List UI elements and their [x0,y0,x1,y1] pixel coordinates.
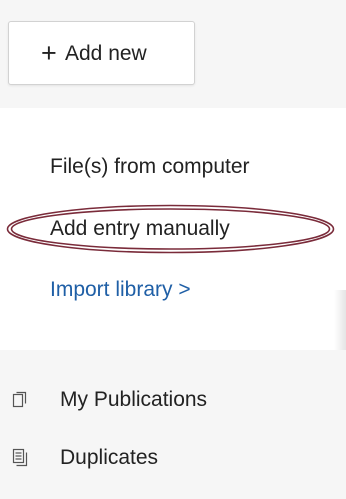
sidebar-item-my-publications[interactable]: My Publications [0,378,346,422]
sidebar-item-label: Duplicates [60,446,159,469]
sidebar-item-label: My Publications [60,388,208,411]
sidebar-item-duplicates[interactable]: Duplicates [0,436,346,480]
chevron-right-icon: > [172,278,191,301]
menu-item-import-library[interactable]: Import library > [50,276,191,304]
publications-icon [12,391,27,408]
add-new-button[interactable]: + Add new [8,21,195,85]
menu-item-label: File(s) from computer [50,155,250,178]
menu-shadow [334,290,346,350]
add-new-label: Add new [65,42,147,65]
menu-item-files-from-computer[interactable]: File(s) from computer [50,153,250,181]
menu-item-label: Import library [50,278,173,301]
duplicates-icon [12,448,28,467]
plus-icon: + [41,38,57,68]
menu-item-add-entry-manually[interactable]: Add entry manually [50,215,230,243]
menu-item-label: Add entry manually [50,217,230,240]
